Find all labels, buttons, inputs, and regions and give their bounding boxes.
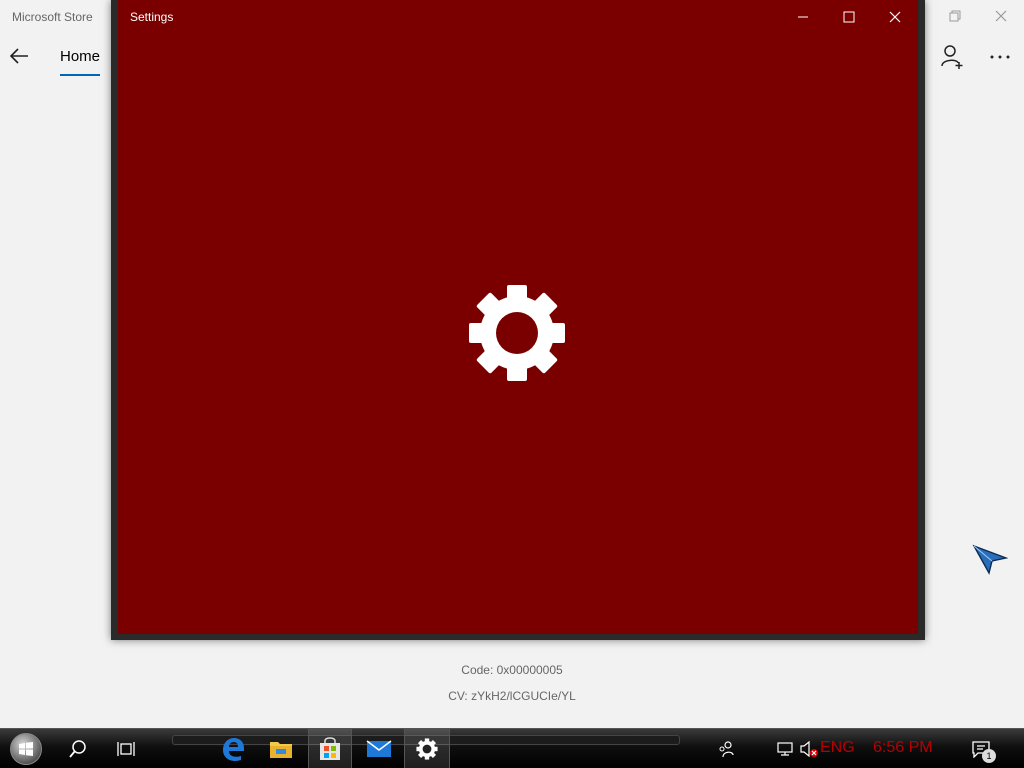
search-icon[interactable] bbox=[60, 729, 96, 768]
home-tab[interactable]: Home bbox=[60, 48, 100, 65]
maximize-button[interactable] bbox=[826, 4, 872, 30]
gear-icon bbox=[467, 283, 567, 383]
settings-window-title: Settings bbox=[130, 10, 174, 24]
windows-logo-icon bbox=[10, 733, 42, 765]
network-icon[interactable] bbox=[772, 729, 798, 768]
close-button[interactable] bbox=[872, 4, 918, 30]
volume-muted-icon[interactable] bbox=[798, 729, 820, 768]
restore-icon[interactable] bbox=[940, 6, 970, 28]
store-close-icon[interactable] bbox=[986, 6, 1016, 28]
settings-splash: Settings bbox=[118, 0, 918, 634]
correlation-vector-text: CV: zYkH2/lCGUCIe/YL bbox=[448, 689, 576, 703]
edge-icon[interactable] bbox=[212, 729, 254, 768]
minimize-button[interactable] bbox=[780, 4, 826, 30]
mouse-cursor-icon bbox=[972, 543, 1009, 575]
file-explorer-icon[interactable] bbox=[260, 729, 302, 768]
user-add-icon[interactable] bbox=[938, 42, 966, 70]
notification-count-badge: 1 bbox=[982, 749, 996, 763]
home-tab-indicator bbox=[60, 74, 100, 76]
mail-icon[interactable] bbox=[358, 729, 400, 768]
input-language-indicator[interactable]: ENG bbox=[820, 739, 855, 757]
task-view-icon[interactable] bbox=[108, 729, 144, 768]
error-code-text: Code: 0x00000005 bbox=[461, 663, 563, 677]
taskbar: ENG 6:56 PM 1 bbox=[0, 728, 1024, 768]
store-window-title: Microsoft Store bbox=[12, 10, 93, 24]
store-icon[interactable] bbox=[308, 729, 352, 768]
settings-window: Settings bbox=[111, 0, 925, 640]
people-icon[interactable] bbox=[712, 729, 740, 768]
more-options-icon[interactable] bbox=[986, 42, 1014, 70]
clock-time[interactable]: 6:56 PM bbox=[873, 739, 933, 757]
back-arrow-icon[interactable] bbox=[6, 42, 34, 70]
start-button[interactable] bbox=[6, 729, 46, 768]
settings-icon[interactable] bbox=[404, 729, 450, 768]
